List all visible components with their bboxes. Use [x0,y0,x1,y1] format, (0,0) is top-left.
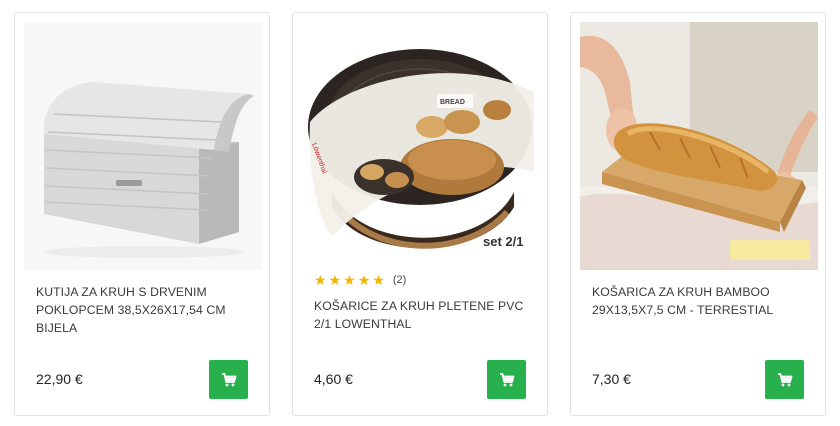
product-price: 4,60 € [314,371,353,387]
product-title[interactable]: KUTIJA ZA KRUH S DRVENIM POKLOPCEM 38,5x… [36,283,251,337]
add-to-cart-button[interactable] [209,360,248,399]
shopping-cart-icon [221,372,236,386]
rating-count: (2) [392,274,407,286]
bread-box-icon [24,22,262,270]
product-image[interactable] [580,22,818,270]
add-to-cart-button[interactable] [765,360,804,399]
shopping-cart-icon [499,372,514,386]
product-title[interactable]: KOŠARICE ZA KRUH PLETENE PVC 2/1 LOWENTH… [314,297,529,333]
product-title[interactable]: KOŠARICA ZA KRUH BAMBOO 29x13,5x7,5 cm -… [592,283,807,319]
product-grid: KUTIJA ZA KRUH S DRVENIM POKLOPCEM 38,5x… [14,12,826,416]
bread-basket-icon: BREAD Löwenthal set 2/1 [302,22,540,270]
product-card[interactable]: BREAD Löwenthal set 2/1 ★ ★ ★ ★ ★ (2) KO… [292,12,548,416]
product-card[interactable]: KUTIJA ZA KRUH S DRVENIM POKLOPCEM 38,5x… [14,12,270,416]
product-card[interactable]: KOŠARICA ZA KRUH BAMBOO 29x13,5x7,5 cm -… [570,12,826,416]
product-image[interactable] [24,22,262,270]
product-image[interactable]: BREAD Löwenthal set 2/1 [302,22,540,270]
product-price: 22,90 € [36,371,83,387]
product-price: 7,30 € [592,371,631,387]
svg-text:BREAD: BREAD [440,99,465,106]
rating: ★ ★ ★ ★ ★ (2) [314,273,406,287]
star-icon: ★ [314,272,327,288]
star-icon: ★ [328,272,342,288]
star-icon: ★ [343,272,356,288]
bamboo-tray-icon [580,22,818,270]
shopping-cart-icon [777,372,792,386]
star-icon: ★ [357,272,371,288]
set-label: set 2/1 [483,234,523,249]
add-to-cart-button[interactable] [487,360,526,399]
star-icon: ★ [372,272,385,288]
